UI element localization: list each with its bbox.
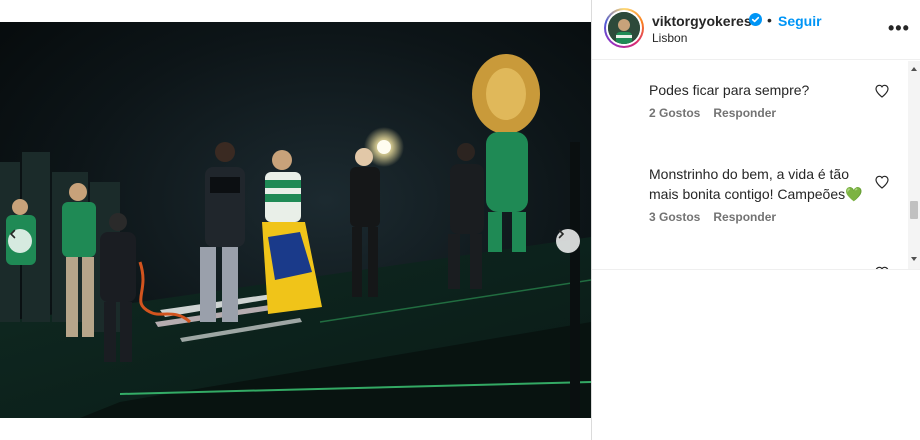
heart-outline-icon[interactable] — [874, 174, 890, 190]
comment-text: Monstrinho do bem, a vida é tão mais bon… — [649, 166, 863, 202]
username[interactable]: viktorgyokeres — [652, 13, 752, 29]
comments-list[interactable]: Podes ficar para sempre? 2 Gostos Respon… — [592, 61, 908, 269]
scroll-down-arrow-icon[interactable] — [910, 255, 918, 263]
scroll-up-arrow-icon[interactable] — [910, 65, 918, 73]
scrollbar-thumb[interactable] — [910, 201, 918, 219]
avatar[interactable] — [604, 8, 644, 48]
reply-button[interactable]: Responder — [713, 210, 776, 224]
post-sidebar: viktorgyokeres • Seguir Lisbon ••• Podes… — [591, 0, 920, 440]
heart-outline-icon[interactable] — [874, 83, 890, 99]
reply-button[interactable]: Responder — [713, 106, 776, 120]
post-media[interactable] — [0, 22, 591, 418]
post-header: viktorgyokeres • Seguir Lisbon ••• — [592, 0, 920, 60]
carousel-next-button[interactable] — [556, 229, 580, 253]
chevron-left-icon — [9, 229, 16, 239]
chevron-right-icon — [558, 229, 565, 239]
comment-likes[interactable]: 3 Gostos — [649, 210, 700, 224]
separator-dot: • — [767, 12, 772, 28]
comment-item: Monstrinho do bem, a vida é tão mais bon… — [649, 164, 879, 224]
instagram-post-view: viktorgyokeres • Seguir Lisbon ••• Podes… — [0, 0, 920, 440]
avatar-image — [608, 12, 640, 44]
comment-text: Podes ficar para sempre? — [649, 82, 810, 98]
stage-photo — [0, 54, 591, 418]
verified-badge-icon — [749, 13, 762, 26]
post-location[interactable]: Lisbon — [652, 31, 687, 45]
divider — [592, 269, 920, 270]
more-options-button[interactable]: ••• — [888, 18, 910, 39]
comment-item: Podes ficar para sempre? 2 Gostos Respon… — [649, 80, 879, 120]
comment-likes[interactable]: 2 Gostos — [649, 106, 700, 120]
carousel-prev-button[interactable] — [8, 229, 32, 253]
comments-scrollbar[interactable] — [908, 61, 920, 269]
follow-button[interactable]: Seguir — [778, 13, 822, 29]
